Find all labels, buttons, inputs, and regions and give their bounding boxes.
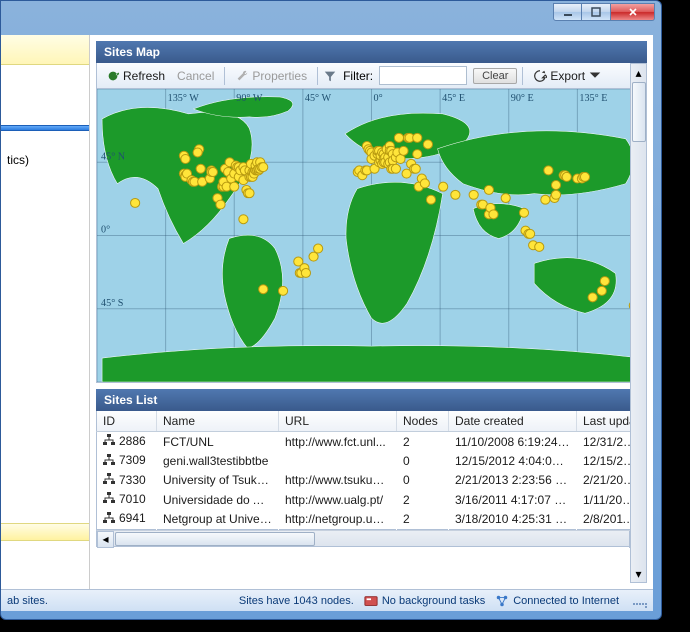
cancel-button: Cancel [172, 67, 219, 85]
sites-list-header: Sites List [96, 389, 647, 411]
site-icon [103, 434, 115, 449]
close-button[interactable] [611, 3, 655, 21]
export-icon [533, 69, 547, 83]
svg-text:45° N: 45° N [101, 151, 126, 162]
scroll-thumb[interactable] [632, 82, 646, 142]
column-header[interactable]: ID [97, 411, 157, 432]
network-icon [495, 594, 509, 608]
status-tasks-label: No background tasks [382, 595, 485, 607]
toolbar-separator [224, 67, 225, 85]
svg-text:90° E: 90° E [511, 93, 534, 104]
map-toolbar: Refresh Cancel Properties Filter: Clear [96, 63, 647, 89]
minimize-button[interactable] [553, 3, 582, 21]
status-net-label: Connected to Internet [513, 595, 619, 607]
site-icon [103, 492, 115, 507]
column-header[interactable]: Name [157, 411, 279, 432]
clear-button[interactable]: Clear [473, 68, 517, 84]
site-icon [103, 454, 115, 469]
site-icon [103, 473, 115, 488]
export-label: Export [550, 69, 585, 83]
scroll-thumb[interactable] [115, 532, 315, 546]
svg-text:45° E: 45° E [442, 93, 465, 104]
refresh-icon [106, 69, 120, 83]
toolbar-separator [317, 67, 318, 85]
left-sidebar: tics) [1, 35, 90, 589]
svg-text:135° E: 135° E [579, 93, 607, 104]
filter-input[interactable] [379, 66, 467, 85]
sites-table: IDNameURLNodesDate createdLast update 28… [96, 411, 647, 530]
tree-item-tics[interactable]: tics) [1, 151, 89, 169]
svg-text:0°: 0° [101, 225, 110, 236]
filter-label: Filter: [339, 69, 377, 83]
vertical-scrollbar[interactable]: ▴ ▾ [630, 63, 647, 583]
wrench-icon [235, 69, 249, 83]
table-row[interactable]: 7309geni.wall3testibbtbe012/15/2012 4:04… [97, 451, 647, 470]
table-row[interactable]: 7010Universidade do Al...http://www.ualg… [97, 490, 647, 509]
maximize-button[interactable] [582, 3, 611, 21]
horizontal-scrollbar[interactable]: ◂ ▸ [96, 530, 647, 547]
column-header[interactable]: URL [279, 411, 397, 432]
table-row[interactable]: 7330University of Tsuku...http://www.tsu… [97, 471, 647, 490]
column-header[interactable]: Date created [449, 411, 577, 432]
svg-text:90° W: 90° W [236, 93, 263, 104]
scroll-up-arrow[interactable]: ▴ [631, 64, 646, 81]
sidebar-divider [1, 523, 89, 541]
tasks-icon [364, 594, 378, 608]
svg-text:0°: 0° [374, 93, 383, 104]
svg-text:135° W: 135° W [168, 93, 200, 104]
filter-icon [323, 69, 337, 83]
toolbar-separator [522, 67, 523, 85]
status-net: Connected to Internet [495, 594, 619, 608]
svg-text:45° S: 45° S [101, 298, 123, 309]
sidebar-header [1, 35, 89, 65]
cancel-label: Cancel [177, 69, 214, 83]
table-row[interactable]: 6941Netgroup at Univer...http://netgroup… [97, 509, 647, 529]
world-map[interactable]: 135° W 90° W 45° W 0° 45° E 90° E 135° E 45° N 0… [96, 89, 647, 383]
scroll-down-arrow[interactable]: ▾ [631, 565, 646, 582]
column-header[interactable]: Nodes [397, 411, 449, 432]
status-nodes: Sites have 1043 nodes. [239, 595, 354, 607]
svg-text:45° W: 45° W [305, 93, 332, 104]
export-button[interactable]: Export [528, 67, 607, 85]
status-left: ab sites. [7, 595, 48, 607]
refresh-label: Refresh [123, 69, 165, 83]
site-icon [103, 512, 115, 527]
properties-button: Properties [230, 67, 312, 85]
properties-label: Properties [252, 69, 307, 83]
refresh-button[interactable]: Refresh [101, 67, 170, 85]
status-bar: ab sites. Sites have 1043 nodes. No back… [1, 589, 653, 611]
status-tasks: No background tasks [364, 594, 485, 608]
dropdown-icon [588, 69, 602, 83]
resize-grip[interactable] [633, 594, 647, 608]
scroll-left-arrow[interactable]: ◂ [97, 531, 114, 548]
sites-map-header: Sites Map [96, 41, 647, 63]
table-row[interactable]: 2886FCT/UNLhttp://www.fct.unl...211/10/2… [97, 432, 647, 452]
